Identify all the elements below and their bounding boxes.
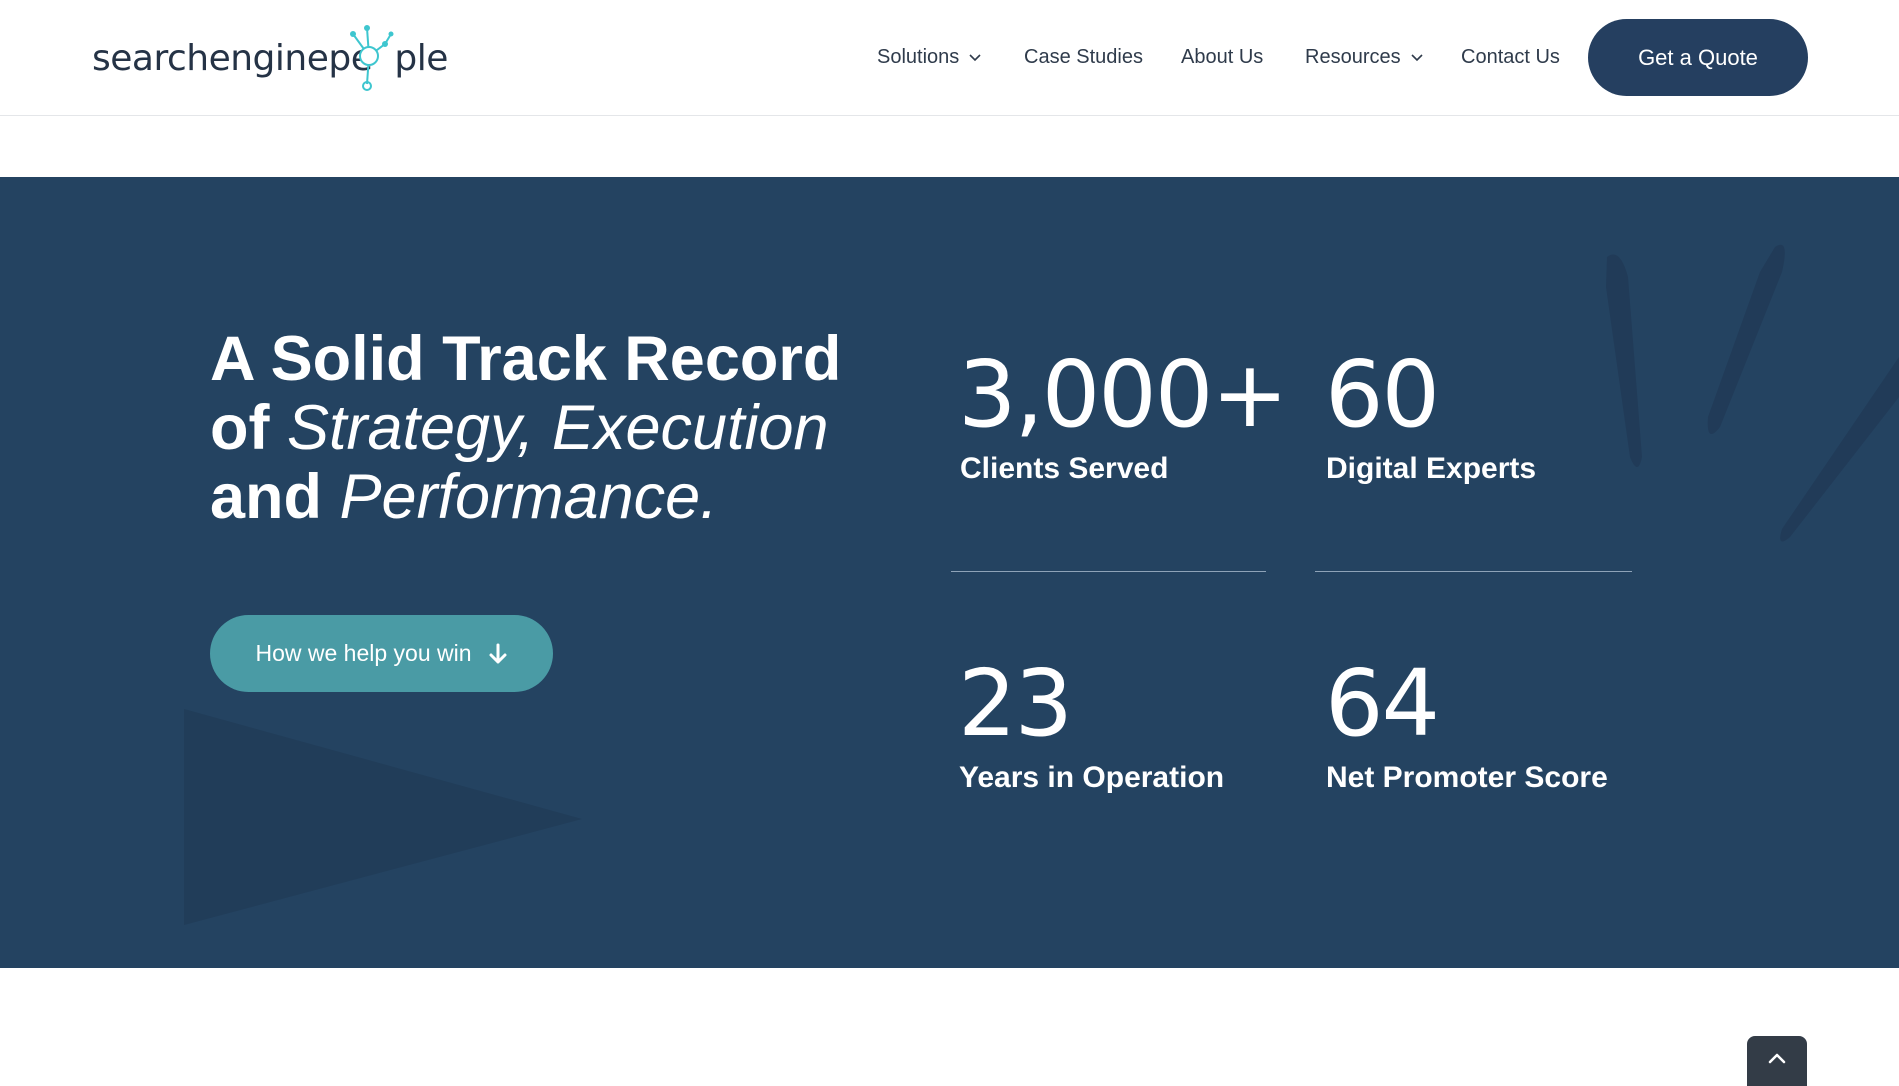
nav-resources-label: Resources [1305,46,1401,68]
chevron-down-icon [969,53,981,61]
nav-about-us[interactable]: About Us [1181,46,1263,69]
nav-contact-us-label: Contact Us [1461,46,1560,68]
site-header: searchengine pe ple Solutions Case Studies… [0,0,1899,116]
nav-about-us-label: About Us [1181,46,1264,68]
nav-case-studies[interactable]: Case Studies [1024,46,1143,69]
stats-divider-left [951,571,1266,572]
stat-nps-label: Net Promoter Score [1326,761,1608,794]
nav-resources[interactable]: Resources [1305,46,1423,69]
stats-section: A Solid Track Record of Strategy, Execut… [0,177,1899,968]
headline-line-2-italic: Strategy, Execution [286,393,829,463]
arrow-down-icon [489,643,507,663]
get-a-quote-button[interactable]: Get a Quote [1588,19,1808,96]
stats-divider-right [1315,571,1632,572]
nav-case-studies-label: Case Studies [1024,46,1143,68]
headline-line-2: of Strategy, Execution [210,394,910,463]
stat-years-value: 23 [958,650,1073,757]
stat-years-label: Years in Operation [959,761,1225,794]
stat-clients-value: 3,000+ [958,341,1288,448]
nav-solutions[interactable]: Solutions [877,46,981,69]
stat-nps-value: 64 [1325,650,1440,757]
logo-text-ple: ple [394,37,448,79]
how-we-help-label: How we help you win [255,640,472,666]
decorative-shapes [184,244,1899,925]
how-we-help-button[interactable]: How we help you win [210,615,553,692]
chevron-up-icon [1768,1053,1786,1064]
headline-line-1: A Solid Track Record [210,324,842,394]
nav-contact-us[interactable]: Contact Us [1461,46,1560,69]
headline-line-3-italic: Performance. [339,462,718,532]
chevron-down-icon [1411,53,1423,61]
stat-clients-label: Clients Served [960,452,1169,485]
section-headline: A Solid Track Record of Strategy, Execut… [210,325,910,532]
stat-experts-label: Digital Experts [1326,452,1537,485]
headline-line-3-bold: and [210,462,340,532]
node-network-icon [350,25,394,91]
nav-solutions-label: Solutions [877,46,960,68]
headline-line-3: and Performance. [210,463,910,532]
headline-line-2-bold: of [210,393,287,463]
logo-text-searchengine: searchengine [92,37,329,79]
stat-experts-value: 60 [1325,341,1440,448]
